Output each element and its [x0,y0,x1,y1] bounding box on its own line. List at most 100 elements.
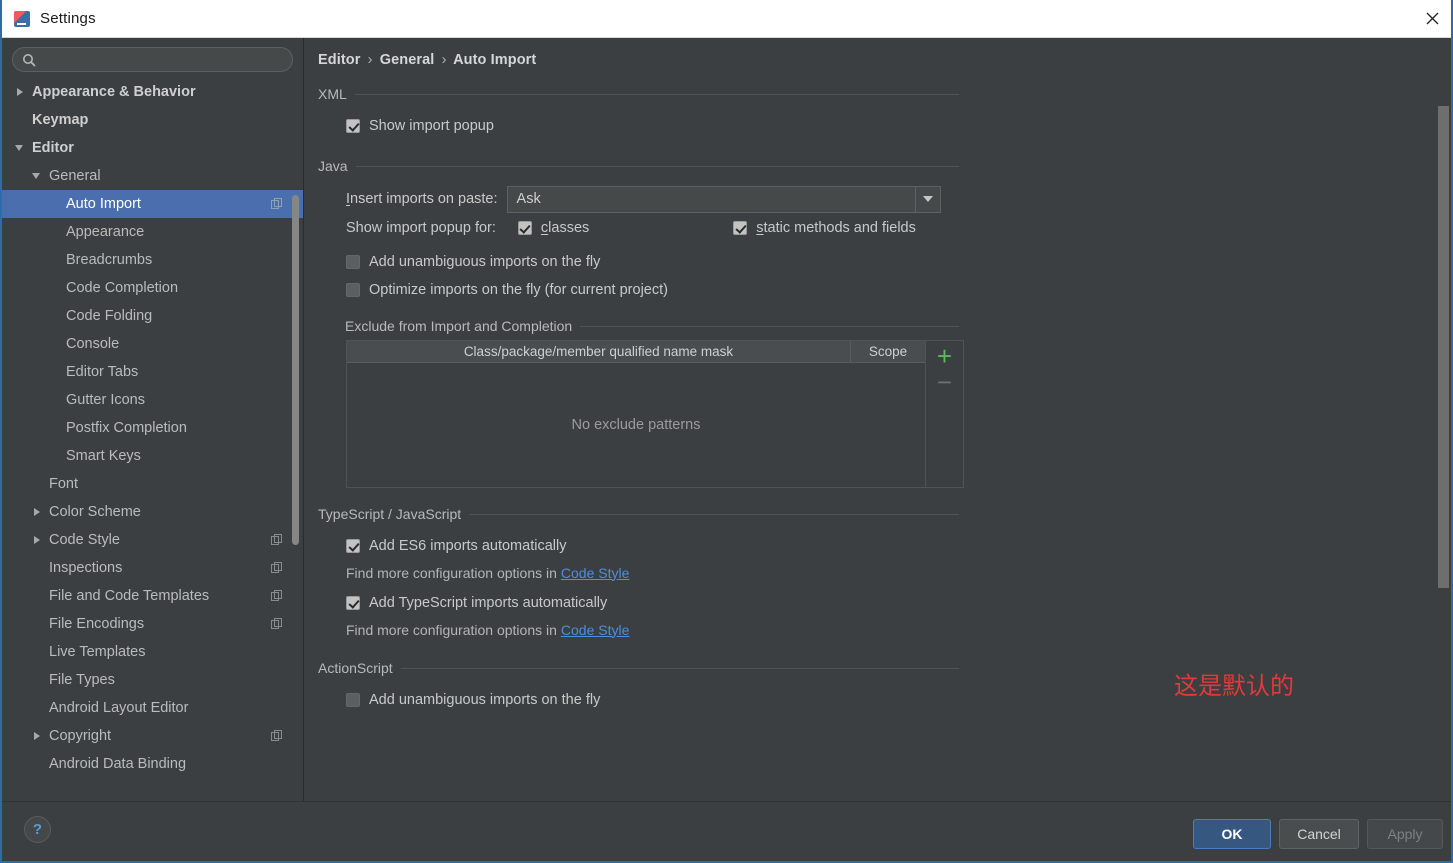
checkbox-typescript-imports[interactable] [346,596,360,610]
ok-button[interactable]: OK [1193,819,1271,849]
chevron-right-icon[interactable] [31,533,45,547]
sidebar-item-label: Code Folding [66,308,153,324]
checkbox-row-java-optimize-imports[interactable]: Optimize imports on the fly (for current… [318,276,1451,304]
search-field[interactable] [12,47,293,72]
cancel-button[interactable]: Cancel [1279,819,1359,849]
sidebar-item-label: Editor Tabs [66,364,139,380]
settings-tree[interactable]: Appearance & Behavior Keymap Editor General… [2,78,303,792]
chevron-right-icon[interactable] [14,85,28,99]
sidebar-item-label: Gutter Icons [66,392,145,408]
breadcrumb-part-editor[interactable]: Editor [318,52,361,68]
sidebar-item-editor-tabs[interactable]: Editor Tabs [2,358,303,386]
checkbox-es6-imports[interactable] [346,539,360,553]
checkbox-row-xml-show-import-popup[interactable]: Show import popup [318,112,1451,140]
sidebar-item-label: Appearance [66,224,145,240]
label-actionscript-add-unambiguous: Add unambiguous imports on the fly [369,692,601,708]
sidebar-item-code-style[interactable]: Code Style [2,526,303,554]
copy-settings-icon[interactable] [271,618,283,630]
sidebar-item-file-and-code-templates[interactable]: File and Code Templates [2,582,303,610]
sidebar-item-appearance-behavior[interactable]: Appearance & Behavior [2,78,303,106]
sidebar-item-appearance[interactable]: Appearance [2,218,303,246]
exclude-table-toolbar: + − [925,341,963,487]
section-divider [580,325,959,327]
insert-imports-label-rest: nsert imports on paste: [350,191,498,207]
checkbox-java-optimize-imports[interactable] [346,283,360,297]
section-divider [469,513,959,515]
sidebar-item-inspections[interactable]: Inspections [2,554,303,582]
sidebar-item-console[interactable]: Console [2,330,303,358]
sidebar-item-label: Color Scheme [49,504,141,520]
label-java-add-unambiguous: Add unambiguous imports on the fly [369,254,601,270]
sidebar-item-label: Copyright [49,728,112,744]
column-header-scope[interactable]: Scope [851,341,925,362]
chevron-down-icon[interactable] [914,186,940,212]
checkbox-xml-show-import-popup[interactable] [346,119,360,133]
chevron-right-icon[interactable] [31,505,45,519]
add-exclude-button[interactable]: + [932,343,958,369]
sidebar-item-code-folding[interactable]: Code Folding [2,302,303,330]
copy-settings-icon[interactable] [271,534,283,546]
copy-settings-icon[interactable] [271,198,283,210]
section-typescript: TypeScript / JavaScript Add ES6 imports … [318,506,1451,642]
insert-imports-dropdown[interactable]: Ask [506,185,941,213]
sidebar-item-live-templates[interactable]: Live Templates [2,638,303,666]
section-title-java: Java [318,158,348,174]
sidebar-item-label: Font [49,476,79,492]
apply-button: Apply [1367,819,1443,849]
link-code-style-ts[interactable]: Code Style [561,622,629,638]
checkbox-classes[interactable] [517,221,532,235]
label-static-methods-rest: tatic methods and fields [763,220,916,236]
help-button[interactable]: ? [24,816,51,843]
sidebar-item-code-completion[interactable]: Code Completion [2,274,303,302]
checkbox-java-add-unambiguous[interactable] [346,255,360,269]
sidebar-item-gutter-icons[interactable]: Gutter Icons [2,386,303,414]
search-input[interactable] [42,52,282,67]
breadcrumb-part-general[interactable]: General [380,52,435,68]
section-title-exclude: Exclude from Import and Completion [345,318,573,334]
red-annotation-text: 这是默认的 [1174,672,1294,700]
sidebar-item-auto-import[interactable]: Auto Import [2,190,303,218]
checkbox-row-java-add-unambiguous[interactable]: Add unambiguous imports on the fly [318,248,1451,276]
column-header-mask[interactable]: Class/package/member qualified name mask [347,341,851,362]
hint-ts: Find more configuration options in Code … [318,617,1451,642]
checkbox-row-ts[interactable]: Add TypeScript imports automatically [318,589,1451,617]
sidebar-item-breadcrumbs[interactable]: Breadcrumbs [2,246,303,274]
sidebar-item-postfix-completion[interactable]: Postfix Completion [2,414,303,442]
sidebar-item-copyright[interactable]: Copyright [2,722,303,750]
link-code-style-es6[interactable]: Code Style [561,565,629,581]
sidebar-item-font[interactable]: Font [2,470,303,498]
section-title-actionscript: ActionScript [318,660,393,676]
copy-settings-icon[interactable] [271,562,283,574]
chevron-right-icon[interactable] [31,729,45,743]
checkbox-static-methods[interactable] [733,221,748,235]
sidebar-item-file-types[interactable]: File Types [2,666,303,694]
sidebar-item-file-encodings[interactable]: File Encodings [2,610,303,638]
checkbox-row-es6[interactable]: Add ES6 imports automatically [318,532,1451,560]
sidebar-item-keymap[interactable]: Keymap [2,106,303,134]
sidebar-item-general[interactable]: General [2,162,303,190]
sidebar-item-editor[interactable]: Editor [2,134,303,162]
chevron-down-icon[interactable] [31,169,45,183]
section-title-typescript: TypeScript / JavaScript [318,506,462,522]
breadcrumb-separator: › [441,52,447,68]
sidebar-item-android-layout-editor[interactable]: Android Layout Editor [2,694,303,722]
sidebar-item-smart-keys[interactable]: Smart Keys [2,442,303,470]
search-container [2,38,303,78]
close-button[interactable] [1409,0,1451,37]
exclude-table: Class/package/member qualified name mask… [346,340,964,488]
checkbox-actionscript-add-unambiguous[interactable] [346,693,360,707]
copy-settings-icon[interactable] [271,730,283,742]
exclude-table-empty-text: No exclude patterns [571,417,701,433]
content-scrollbar-thumb[interactable] [1438,106,1449,588]
chevron-down-icon[interactable] [14,141,28,155]
sidebar-item-color-scheme[interactable]: Color Scheme [2,498,303,526]
sidebar-item-android-data-binding[interactable]: Android Data Binding [2,750,303,778]
sidebar-scrollbar-thumb[interactable] [292,195,299,545]
copy-settings-icon[interactable] [271,590,283,602]
